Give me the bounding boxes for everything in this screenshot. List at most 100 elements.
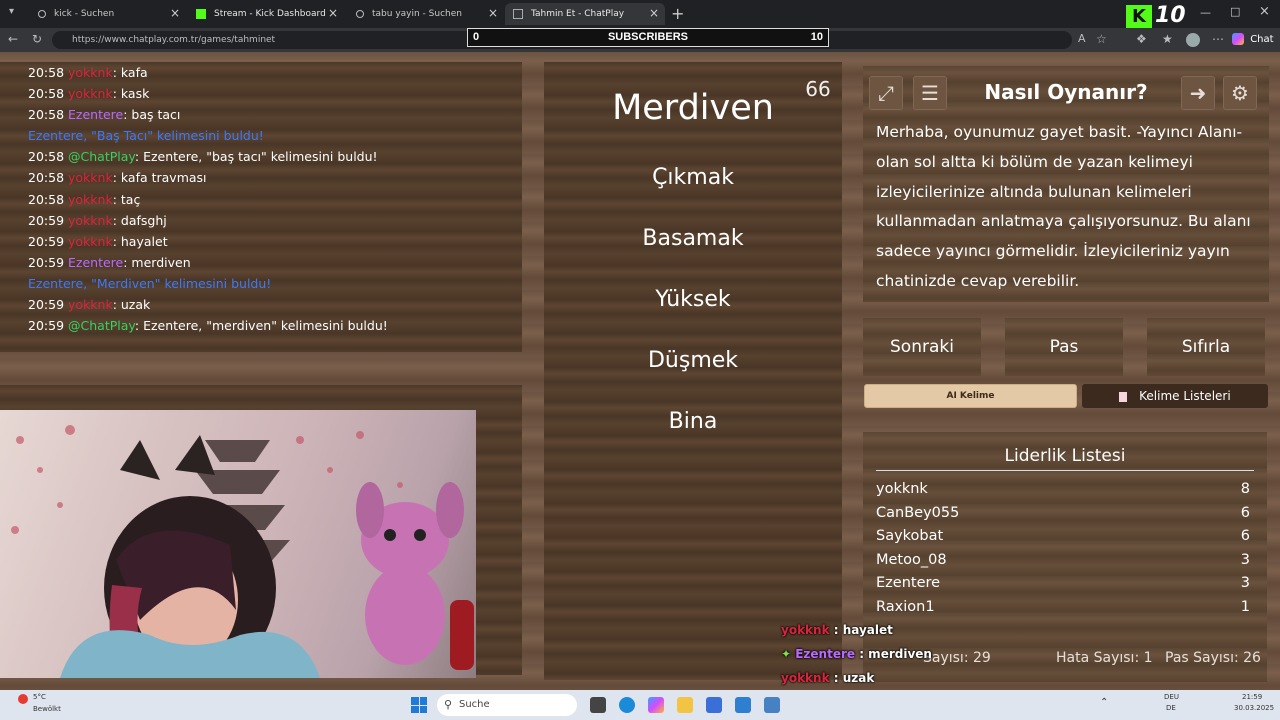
extensions-icon[interactable]: ❖: [1136, 32, 1147, 46]
close-window-icon[interactable]: ×: [1259, 4, 1270, 19]
overlay-chat-message: yokknk : hayalet: [781, 623, 893, 637]
file-explorer-icon[interactable]: [677, 697, 693, 713]
exit-icon[interactable]: ➜: [1181, 76, 1215, 110]
chat-text: : merdiven: [123, 255, 191, 270]
weather-icon: [18, 694, 28, 704]
chat-username[interactable]: yokknk: [68, 170, 113, 185]
overlay-chat-message: yokknk : uzak: [781, 671, 874, 685]
chat-message: 20:58 yokknk: kafa: [28, 65, 148, 80]
store-icon[interactable]: [706, 697, 722, 713]
overlay-text: : uzak: [829, 671, 875, 685]
ai-word-label: AI Kelime: [946, 391, 995, 401]
leaderboard-row: CanBey055 6: [876, 505, 1254, 521]
chat-message: 20:59 @ChatPlay: Ezentere, "merdiven" ke…: [28, 318, 388, 333]
player-name: Saykobat: [876, 528, 944, 545]
favorites-icon[interactable]: ★: [1162, 32, 1173, 46]
back-icon[interactable]: ←: [8, 32, 18, 46]
overlay-chat-message: ✦ Ezentere : merdiven: [781, 647, 932, 661]
taskbar-search[interactable]: ⚲ Suche: [437, 694, 577, 716]
close-tab-icon[interactable]: ×: [488, 6, 498, 20]
how-to-play-text: Merhaba, oyunumuz gayet basit. -Yayıncı …: [876, 123, 1251, 290]
close-tab-icon[interactable]: ×: [170, 6, 180, 20]
close-tab-icon[interactable]: ×: [328, 6, 338, 20]
correct-count: Sayısı: 29: [923, 650, 991, 666]
tray-chevron-icon[interactable]: ⌃: [1100, 697, 1108, 708]
tab-tabu-search[interactable]: tabu yayin - Suchen ×: [348, 3, 504, 25]
clock-time[interactable]: 21:59: [1242, 693, 1262, 701]
more-menu-icon[interactable]: ⋯: [1212, 32, 1224, 46]
close-tab-icon[interactable]: ×: [649, 6, 659, 20]
language-secondary[interactable]: DE: [1166, 704, 1176, 712]
app-icon[interactable]: [764, 697, 780, 713]
settings-gear-icon[interactable]: ⚙: [1223, 76, 1257, 110]
tab-kick-search[interactable]: kick - Suchen ×: [30, 3, 186, 25]
chat-username[interactable]: yokknk: [68, 192, 113, 207]
search-icon: [356, 10, 364, 18]
chat-text: : Ezentere, "merdiven" kelimesini buldu!: [134, 318, 388, 333]
sparkle-icon: ✦: [781, 647, 796, 661]
leaderboard-row: Raxion1 1: [876, 599, 1254, 615]
chat-username[interactable]: @ChatPlay: [68, 149, 135, 164]
ai-word-button[interactable]: AI Kelime: [864, 384, 1077, 408]
chat-text: : Ezentere, "baş tacı" kelimesini buldu!: [134, 149, 378, 164]
chat-username[interactable]: Ezentere: [68, 107, 123, 122]
subscriber-goal-label: SUBSCRIBERS: [607, 31, 689, 43]
read-aloud-icon[interactable]: A: [1078, 32, 1086, 45]
leaderboard-row: Ezentere 3: [876, 575, 1254, 591]
chat-username[interactable]: yokknk: [68, 297, 113, 312]
chat-message: 20:59 yokknk: hayalet: [28, 234, 168, 249]
chat-username[interactable]: Ezentere: [68, 255, 123, 270]
next-button[interactable]: Sonraki: [863, 318, 981, 376]
chat-message: 20:58 yokknk: taç: [28, 192, 140, 207]
new-tab-button[interactable]: +: [671, 4, 684, 23]
language-primary[interactable]: DEU: [1164, 693, 1179, 701]
audio-playing-icon: [513, 9, 523, 19]
chat-message: 20:58 @ChatPlay: Ezentere, "baş tacı" ke…: [28, 149, 378, 164]
chat-message: Ezentere, "Merdiven" kelimesini buldu!: [28, 276, 271, 291]
chat-timestamp: 20:59: [28, 234, 65, 249]
chat-text: : baş tacı: [123, 107, 181, 122]
taboo-word: Yüksek: [655, 287, 731, 312]
chat-text: : hayalet: [112, 234, 168, 249]
overlay-username: yokknk: [781, 671, 830, 685]
edge-icon[interactable]: [619, 697, 635, 713]
chat-message: 20:59 yokknk: uzak: [28, 297, 150, 312]
word-lists-button[interactable]: Kelime Listeleri: [1082, 384, 1268, 408]
profile-avatar[interactable]: [1186, 33, 1200, 47]
kick-badge: K: [1126, 5, 1152, 29]
browser-tab-bar: ▾ kick - Suchen × Stream - Kick Dashboar…: [0, 0, 1280, 29]
chat-timestamp: 20:58: [28, 65, 65, 80]
tab-list-icon[interactable]: ▾: [9, 6, 14, 17]
clock-date[interactable]: 30.03.2025: [1234, 704, 1274, 712]
maximize-icon[interactable]: □: [1230, 5, 1240, 18]
overlay-text: : hayalet: [829, 623, 893, 637]
pass-button[interactable]: Pas: [1005, 318, 1123, 376]
chat-button-label: Chat: [1250, 34, 1274, 45]
copilot-chat-button[interactable]: Chat: [1232, 31, 1274, 49]
reset-button[interactable]: Sıfırla: [1147, 318, 1265, 376]
chat-username[interactable]: yokknk: [68, 65, 113, 80]
error-count: Hata Sayısı: 1: [1056, 650, 1153, 666]
task-view-icon[interactable]: [590, 697, 606, 713]
copilot-icon[interactable]: [648, 697, 664, 713]
leaderboard-row: Metoo_08 3: [876, 552, 1254, 568]
chat-message: 20:59 Ezentere: merdiven: [28, 255, 191, 270]
tab-tahmin-et[interactable]: Tahmin Et - ChatPlay ×: [505, 3, 665, 25]
chat-username[interactable]: yokknk: [68, 213, 113, 228]
tab-label: tabu yayin - Suchen: [372, 9, 462, 19]
tab-kick-dashboard[interactable]: Stream - Kick Dashboard ×: [188, 3, 344, 25]
favorite-star-icon[interactable]: ☆: [1096, 32, 1107, 46]
reload-icon[interactable]: ↻: [32, 32, 42, 46]
player-name: Ezentere: [876, 575, 941, 592]
start-button[interactable]: [411, 697, 427, 713]
weather-temp: 5°C: [33, 693, 46, 701]
chat-username[interactable]: @ChatPlay: [68, 318, 135, 333]
chat-text: : kafa: [112, 65, 148, 80]
chat-text: : uzak: [112, 297, 151, 312]
chat-username[interactable]: yokknk: [68, 86, 113, 101]
mail-icon[interactable]: [735, 697, 751, 713]
player-score: 1: [1240, 599, 1250, 615]
minimize-icon[interactable]: —: [1200, 6, 1211, 19]
chat-username[interactable]: yokknk: [68, 234, 113, 249]
player-name: CanBey055: [876, 504, 960, 521]
